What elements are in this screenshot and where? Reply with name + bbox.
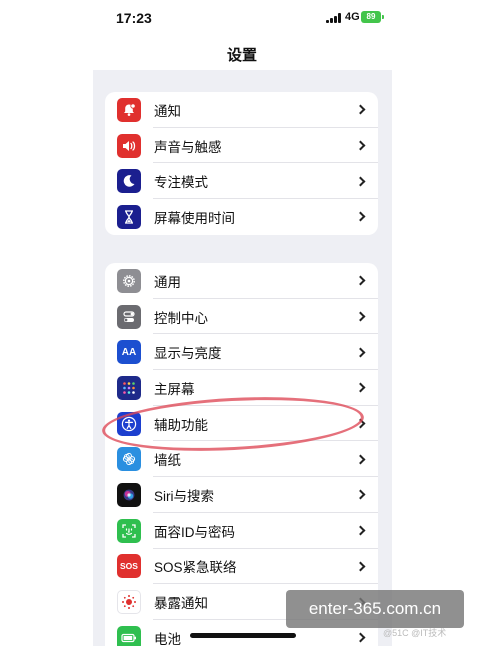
settings-row-label: 声音与触感 — [154, 139, 222, 155]
chevron-right-icon — [355, 176, 366, 187]
watermark-small: @51C @IT技术 — [383, 628, 447, 638]
settings-row-general[interactable]: 通用 — [105, 263, 378, 299]
face-id-icon — [117, 518, 141, 543]
settings-row-display[interactable]: AA 显示与亮度 — [105, 334, 378, 371]
settings-row-label: 电池 — [154, 631, 181, 646]
settings-row-label: 面容ID与密码 — [154, 524, 235, 540]
settings-row-accessibility[interactable]: 辅助功能 — [105, 406, 378, 442]
settings-row-label: 通知 — [154, 103, 181, 119]
settings-row-face-id[interactable]: 面容ID与密码 — [105, 513, 378, 549]
chevron-right-icon — [355, 418, 366, 429]
chevron-right-icon — [355, 347, 366, 358]
cellular-signal-icon — [326, 13, 342, 23]
chevron-right-icon — [355, 454, 366, 465]
settings-row-label: SOS紧急联络 — [154, 560, 237, 576]
battery-icon — [117, 625, 141, 646]
settings-group-1: 通知 声音与触感 专注模式 屏幕使用时间 — [105, 92, 378, 235]
settings-row-label: 辅助功能 — [154, 417, 208, 433]
settings-row-label: 专注模式 — [154, 175, 208, 191]
settings-row-sounds[interactable]: 声音与触感 — [105, 128, 378, 164]
settings-row-label: 通用 — [154, 274, 181, 290]
settings-row-label: 控制中心 — [154, 310, 208, 326]
siri-icon — [117, 482, 141, 507]
settings-row-home-screen[interactable]: 主屏幕 — [105, 370, 378, 406]
settings-row-label: 墙纸 — [154, 453, 181, 469]
chevron-right-icon — [355, 561, 366, 572]
home-indicator[interactable] — [190, 633, 296, 638]
app-grid-icon — [117, 375, 141, 400]
speaker-icon — [117, 133, 141, 158]
accessibility-icon — [117, 411, 141, 436]
chevron-right-icon — [355, 104, 366, 115]
settings-row-label: 暴露通知 — [154, 596, 208, 612]
network-type: 4G — [345, 11, 360, 23]
toggles-icon — [117, 304, 141, 329]
flower-icon — [117, 447, 141, 472]
status-bar: 17:23 4G 89 — [0, 0, 484, 36]
settings-row-focus[interactable]: 专注模式 — [105, 163, 378, 200]
chevron-right-icon — [355, 275, 366, 286]
chevron-right-icon — [355, 525, 366, 536]
gear-icon — [117, 268, 141, 293]
bell-icon — [117, 97, 141, 122]
sos-icon: SOS — [117, 554, 141, 579]
status-time: 17:23 — [116, 10, 152, 26]
settings-row-wallpaper[interactable]: 墙纸 — [105, 441, 378, 478]
battery-level: 89 — [366, 12, 376, 21]
battery-icon: 89 — [361, 11, 384, 23]
settings-list: 通知 声音与触感 专注模式 屏幕使用时间 通用 控制中心 AA 显示与亮度 主屏… — [93, 70, 392, 646]
settings-row-siri[interactable]: Siri与搜索 — [105, 477, 378, 513]
settings-row-screen-time[interactable]: 屏幕使用时间 — [105, 199, 378, 235]
settings-row-label: 显示与亮度 — [154, 346, 222, 362]
settings-row-label: 屏幕使用时间 — [154, 210, 235, 226]
moon-icon — [117, 169, 141, 194]
aa-icon: AA — [117, 340, 141, 365]
chevron-right-icon — [355, 382, 366, 393]
chevron-right-icon — [355, 311, 366, 322]
chevron-right-icon — [355, 490, 366, 500]
page-title: 设置 — [226, 47, 257, 64]
settings-row-control-center[interactable]: 控制中心 — [105, 299, 378, 335]
chevron-right-icon — [355, 632, 366, 643]
settings-group-2: 通用 控制中心 AA 显示与亮度 主屏幕 辅助功能 墙纸 Siri与搜索 面容I… — [105, 263, 378, 646]
exposure-icon — [117, 590, 141, 615]
watermark: enter-365.com.cn — [286, 590, 464, 628]
chevron-right-icon — [355, 140, 366, 151]
chevron-right-icon — [355, 211, 366, 222]
settings-row-label: Siri与搜索 — [154, 488, 214, 504]
hourglass-icon — [117, 204, 141, 229]
settings-row-label: 主屏幕 — [154, 381, 195, 397]
settings-row-sos[interactable]: SOS SOS紧急联络 — [105, 549, 378, 585]
settings-row-notifications[interactable]: 通知 — [105, 92, 378, 128]
